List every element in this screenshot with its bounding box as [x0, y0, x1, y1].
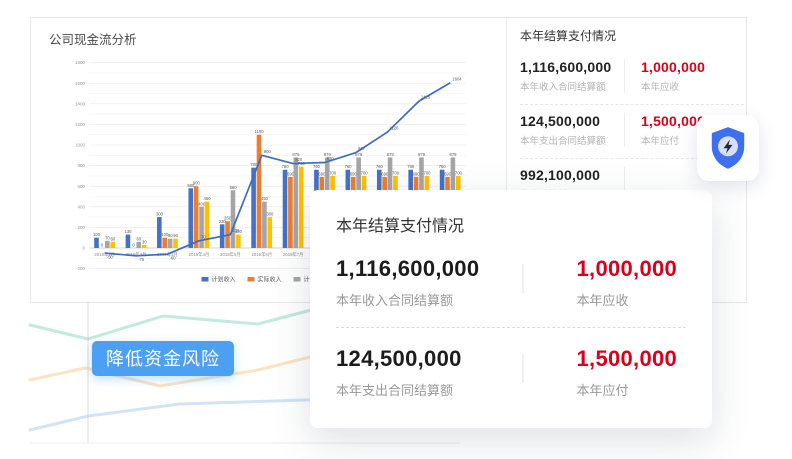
svg-text:130: 130 — [125, 229, 133, 234]
settlement-row-income: 1,116,600,000 本年收入合同结算额 1,000,000 本年应收 — [520, 51, 744, 104]
svg-text:1600: 1600 — [75, 81, 86, 86]
svg-text:1200: 1200 — [75, 122, 86, 127]
svg-text:2019年7月: 2019年7月 — [283, 251, 304, 258]
income-settled-value: 1,116,600,000 — [520, 59, 624, 75]
svg-text:-50: -50 — [107, 255, 114, 260]
svg-text:700: 700 — [392, 170, 400, 175]
settlement-popup: 本年结算支付情况 1,116,600,000 本年收入合同结算额 1,000,0… — [310, 190, 712, 428]
popup-expense-settled-value: 124,500,000 — [336, 346, 522, 372]
svg-text:-60: -60 — [170, 256, 177, 261]
svg-text:30: 30 — [142, 239, 147, 244]
svg-text:实际收入: 实际收入 — [258, 275, 282, 283]
shield-lightning-icon — [708, 126, 748, 170]
svg-text:760: 760 — [282, 164, 290, 169]
popup-payable-value: 1,500,000 — [577, 346, 687, 372]
svg-text:0: 0 — [101, 243, 104, 248]
svg-text:0: 0 — [82, 246, 85, 251]
svg-text:700: 700 — [423, 170, 431, 175]
svg-text:计划收入: 计划收入 — [212, 275, 236, 283]
svg-text:600: 600 — [77, 184, 85, 189]
svg-text:1126: 1126 — [389, 126, 399, 131]
svg-text:927: 927 — [358, 146, 366, 151]
svg-text:700: 700 — [455, 170, 463, 175]
svg-text:700: 700 — [329, 170, 337, 175]
svg-text:1000: 1000 — [75, 143, 86, 148]
popup-income-settled-value: 1,116,600,000 — [336, 256, 522, 282]
svg-text:900: 900 — [264, 149, 272, 154]
svg-text:60: 60 — [110, 236, 115, 241]
svg-text:100: 100 — [93, 232, 101, 237]
popup-row-divider — [336, 327, 686, 328]
svg-text:1800: 1800 — [75, 60, 86, 65]
risk-tag-button[interactable]: 降低资金风险 — [92, 341, 234, 376]
popup-row-income: 1,116,600,000 本年收入合同结算额 1,000,000 本年应收 — [336, 256, 686, 325]
svg-text:2019年6月: 2019年6月 — [252, 251, 273, 258]
receivable-label: 本年应收 — [641, 79, 744, 93]
svg-text:300: 300 — [156, 212, 164, 217]
svg-text:-75: -75 — [138, 257, 145, 262]
svg-text:760: 760 — [439, 164, 447, 169]
svg-text:70: 70 — [201, 234, 206, 239]
svg-text:2019年5月: 2019年5月 — [220, 251, 241, 258]
popup-receivable-value: 1,000,000 — [577, 256, 687, 282]
popup-row-expense: 124,500,000 本年支出合同结算额 1,500,000 本年应付 — [336, 346, 686, 415]
popup-expense-settled-label: 本年支出合同结算额 — [336, 380, 522, 399]
svg-text:800: 800 — [77, 163, 85, 168]
svg-text:830: 830 — [327, 156, 335, 161]
svg-text:-200: -200 — [76, 266, 86, 271]
svg-text:1400: 1400 — [75, 101, 86, 106]
svg-text:560: 560 — [230, 185, 238, 190]
svg-text:300: 300 — [266, 212, 274, 217]
popup-income-settled-label: 本年收入合同结算额 — [336, 290, 522, 309]
svg-text:820: 820 — [295, 157, 303, 162]
svg-text:1100: 1100 — [255, 129, 265, 134]
income-settled-label: 本年收入合同结算额 — [520, 79, 624, 93]
svg-text:450: 450 — [261, 196, 269, 201]
balance-value: 992,100,000 — [520, 167, 624, 183]
svg-text:200: 200 — [77, 225, 85, 230]
svg-text:90: 90 — [173, 233, 178, 238]
shield-badge — [697, 115, 759, 181]
svg-text:879: 879 — [418, 152, 426, 157]
expense-settled-value: 124,500,000 — [520, 113, 624, 129]
svg-text:0: 0 — [132, 243, 135, 248]
svg-text:879: 879 — [387, 152, 395, 157]
svg-text:700: 700 — [361, 170, 369, 175]
expense-settled-label: 本年支出合同结算额 — [520, 133, 624, 147]
svg-text:1425: 1425 — [421, 95, 431, 100]
svg-text:760: 760 — [313, 164, 321, 169]
svg-text:760: 760 — [407, 164, 415, 169]
svg-text:760: 760 — [376, 164, 384, 169]
svg-text:400: 400 — [77, 204, 85, 209]
popup-title: 本年结算支付情况 — [336, 212, 686, 236]
receivable-value: 1,000,000 — [641, 59, 744, 75]
dashboard: 公司现金流分析 -2000200400600800100012001400160… — [0, 0, 792, 459]
settlement-panel-title: 本年结算支付情况 — [520, 27, 744, 44]
svg-text:450: 450 — [204, 196, 212, 201]
svg-text:600: 600 — [193, 181, 201, 186]
svg-text:1604: 1604 — [452, 76, 462, 81]
svg-text:130: 130 — [232, 228, 240, 233]
svg-text:760: 760 — [344, 164, 352, 169]
popup-payable-label: 本年应付 — [577, 380, 687, 399]
svg-text:879: 879 — [449, 152, 457, 157]
svg-text:2019年4月: 2019年4月 — [189, 251, 210, 258]
popup-receivable-label: 本年应收 — [577, 290, 687, 309]
